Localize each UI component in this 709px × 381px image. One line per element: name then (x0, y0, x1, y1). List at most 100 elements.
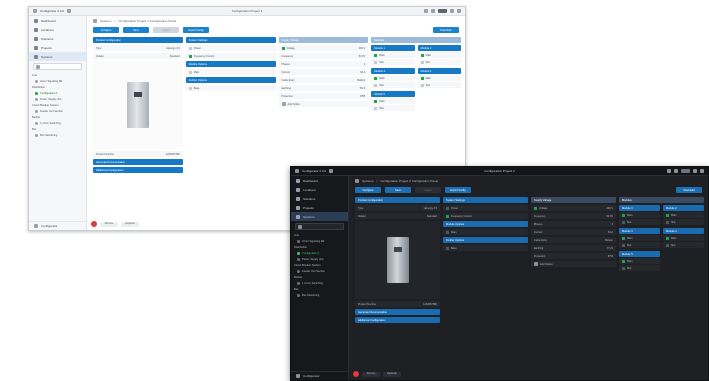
configure-button[interactable]: Configure (355, 187, 381, 193)
option-row[interactable]: Main (185, 69, 276, 75)
module-card[interactable]: Module 4 Main Slot (417, 68, 461, 88)
tree-item[interactable]: Bus Monitoring (291, 292, 348, 298)
group-header[interactable]: Module Options (185, 61, 276, 67)
import-button[interactable]: Import (415, 187, 441, 193)
sidebar-item-systems[interactable]: Systems (29, 52, 86, 61)
property-row[interactable]: Protection IP55 (278, 93, 369, 99)
module-card[interactable]: Module 4 Main Slot (663, 228, 704, 248)
checkbox[interactable] (374, 76, 378, 80)
download-button[interactable]: Download (676, 187, 702, 193)
configure-button[interactable]: Configure (93, 27, 119, 33)
add-option-row[interactable]: Add Option (278, 101, 369, 107)
sidebar-item-solutions[interactable]: Solutions (29, 34, 86, 43)
property-row[interactable]: Earthing TN-S (278, 85, 369, 91)
export-config-button[interactable]: Export Config (183, 27, 209, 33)
option-row[interactable]: Frequency Control (443, 213, 528, 219)
search-input[interactable] (33, 63, 82, 70)
search-input[interactable] (295, 223, 344, 230)
group-header[interactable]: System Settings (443, 197, 528, 203)
save-button[interactable]: Save (385, 187, 411, 193)
home-icon[interactable] (93, 18, 97, 23)
checkbox[interactable] (188, 70, 192, 74)
delete-button[interactable] (91, 221, 97, 227)
settings-icon[interactable] (457, 9, 461, 13)
checkbox[interactable] (622, 243, 625, 247)
checkbox[interactable] (374, 106, 378, 110)
checkbox[interactable] (534, 206, 537, 210)
group-header[interactable]: System Settings (185, 37, 276, 43)
group-header[interactable]: Module Options (443, 221, 528, 227)
user-menu-button[interactable] (681, 169, 690, 173)
home-icon[interactable] (355, 178, 359, 183)
grid-icon[interactable] (450, 9, 454, 13)
checkbox[interactable] (374, 60, 378, 64)
checkbox[interactable] (188, 86, 192, 90)
property-row[interactable]: Current 63 A (278, 69, 369, 75)
tree-item[interactable]: Bus Monitoring (29, 132, 86, 138)
generate-documentation-button[interactable]: Generate Documentation (93, 159, 183, 165)
option-row[interactable]: Power (185, 45, 276, 51)
checkbox[interactable] (281, 46, 285, 50)
download-button[interactable]: Download (433, 27, 459, 33)
property-row[interactable]: Voltage 400 V (531, 205, 616, 211)
checkbox[interactable] (446, 246, 449, 250)
remove-button[interactable]: Remove (100, 221, 118, 227)
delete-button[interactable] (353, 371, 359, 377)
checkbox[interactable] (420, 60, 424, 64)
checkbox[interactable] (622, 213, 625, 217)
sidebar-item-projects[interactable]: Projects (29, 43, 86, 52)
checkbox[interactable] (420, 53, 424, 57)
option-row[interactable]: Base (185, 85, 276, 91)
checkbox[interactable] (420, 83, 424, 87)
breadcrumb-item[interactable]: Systems (362, 179, 374, 183)
property-row[interactable]: Earthing TN-S (531, 245, 616, 251)
generate-documentation-button[interactable]: Generate Documentation (355, 309, 440, 315)
option-row[interactable]: Base (443, 245, 528, 251)
bell-icon[interactable] (424, 9, 428, 13)
checkbox[interactable] (622, 259, 625, 263)
property-row[interactable]: Phases 3 (531, 221, 616, 227)
checkbox[interactable] (188, 46, 192, 50)
module-card[interactable]: Module 3 Main Slot (371, 68, 415, 88)
checkbox[interactable] (374, 53, 378, 57)
help-icon[interactable] (431, 9, 435, 13)
checkbox[interactable] (666, 220, 669, 224)
property-row[interactable]: Phases 3 (278, 61, 369, 67)
module-card[interactable]: Module 3 Main Slot (619, 228, 660, 248)
property-row[interactable]: Cable Entry Bottom (278, 77, 369, 83)
module-card[interactable]: Module 5 Main Slot (371, 91, 415, 111)
duplicate-button[interactable]: Duplicate (121, 221, 139, 227)
user-menu-button[interactable] (438, 9, 447, 13)
sidebar-item-projects[interactable]: Projects (291, 203, 348, 212)
checkbox[interactable] (622, 236, 625, 240)
checkbox[interactable] (666, 243, 669, 247)
settings-icon[interactable] (700, 169, 704, 173)
option-row[interactable]: Main (443, 229, 528, 235)
help-icon[interactable] (674, 169, 678, 173)
sidebar-item-dashboard[interactable]: Dashboard (29, 16, 86, 25)
checkbox[interactable] (446, 230, 449, 234)
checkbox[interactable] (446, 214, 449, 218)
checkbox[interactable] (666, 236, 669, 240)
module-card[interactable]: Module 5 Main Slot (619, 251, 660, 271)
checkbox[interactable] (622, 266, 625, 270)
save-button[interactable]: Save (123, 27, 149, 33)
star-icon[interactable] (329, 169, 334, 173)
checkbox[interactable] (420, 76, 424, 80)
grid-icon[interactable] (693, 169, 697, 173)
property-row[interactable]: Frequency 50 Hz (531, 213, 616, 219)
group-header[interactable]: Further Options (443, 237, 528, 243)
property-row[interactable]: Frequency 50 Hz (278, 53, 369, 59)
menu-icon[interactable] (295, 169, 299, 173)
property-row[interactable]: Cable Entry Bottom (531, 237, 616, 243)
option-row[interactable]: Frequency Control (185, 53, 276, 59)
duplicate-button[interactable]: Duplicate (383, 371, 401, 377)
module-card[interactable]: Module 2 Main Slot (663, 205, 704, 225)
sidebar-item-solutions[interactable]: Solutions (291, 194, 348, 203)
sidebar-item-locations[interactable]: Locations (29, 25, 86, 34)
add-option-row[interactable]: Add Option (531, 261, 616, 267)
property-row[interactable]: Current 63 A (531, 229, 616, 235)
module-card[interactable]: Module 2 Main Slot (417, 45, 461, 65)
additional-configuration-button[interactable]: Additional Configuration (93, 167, 183, 173)
module-card[interactable]: Module 1 Main Slot (619, 205, 660, 225)
